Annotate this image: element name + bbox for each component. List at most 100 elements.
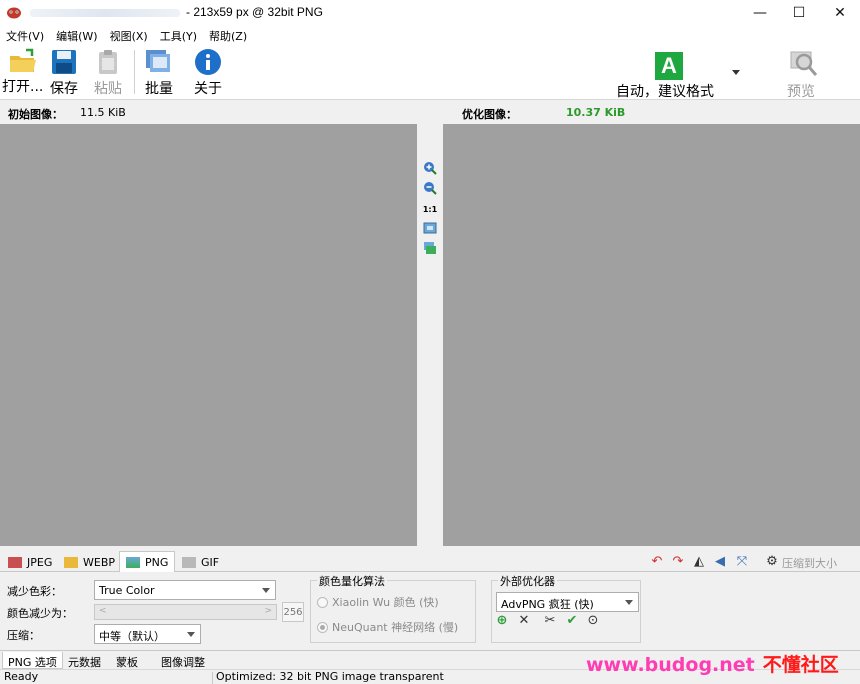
tab-png-options[interactable]: PNG 选项 [2, 652, 63, 669]
external-optimizer-title: 外部优化器 [498, 573, 557, 589]
image-info-row: 初始图像： 11.5 KiB 优化图像： 10.37 KiB [0, 101, 860, 123]
reduce-colors-value: True Color [99, 584, 155, 597]
radio-dot [317, 596, 328, 608]
auto-format-button[interactable]: A 自动，建议格式 [612, 50, 724, 100]
toolbar-separator [134, 50, 135, 94]
add-optimizer-icon[interactable]: ⊕ [494, 612, 510, 628]
tab-jpeg[interactable]: JPEG [2, 552, 58, 572]
watermark: www.budog.net 不懂社区 [586, 650, 839, 676]
neuquant-radio[interactable]: NeuQuant 神经网络 (慢) [317, 619, 458, 635]
fit-window-icon[interactable] [422, 220, 438, 236]
menu-bar: 文件(V) 编辑(W) 视图(X) 工具(Y) 帮助(Z) [0, 26, 860, 44]
gif-icon [182, 556, 196, 568]
menu-file[interactable]: 文件(V) [0, 26, 50, 44]
batch-icon [146, 50, 170, 72]
optimized-image-size: 10.37 KiB [566, 106, 626, 119]
title-path-redacted [30, 9, 180, 17]
chevron-down-icon [187, 632, 195, 637]
menu-help[interactable]: 帮助(Z) [203, 26, 253, 44]
rotate-left-icon[interactable]: ↶ [649, 553, 665, 569]
gear-icon[interactable]: ⚙ [764, 553, 780, 569]
auto-format-label: 自动，建议格式 [616, 84, 714, 100]
reduce-colors-label: 减少色彩： [7, 585, 62, 598]
compress-to-size-label[interactable]: 压缩到大小 [782, 555, 837, 571]
status-divider [212, 672, 213, 684]
window-title: - 213x59 px @ 32bit PNG [186, 5, 323, 19]
app-logo-icon [7, 7, 21, 19]
folder-open-icon [9, 48, 36, 72]
xiaolin-wu-radio[interactable]: Xiaolin Wu 颜色 (快) [317, 594, 439, 610]
quantization-title: 颜色量化算法 [317, 573, 387, 589]
chevron-down-icon [262, 588, 270, 593]
open-label: 打开... [2, 79, 44, 95]
batch-button[interactable]: 批量 [144, 48, 174, 98]
flip-horizontal-icon[interactable]: ◭ [691, 553, 707, 569]
crop-icon[interactable]: ⤧ [734, 553, 750, 569]
rotate-right-icon[interactable]: ↷ [670, 553, 686, 569]
tab-gif[interactable]: GIF [176, 552, 225, 572]
original-image-pane[interactable] [0, 124, 417, 546]
external-optimizer-select[interactable]: AdvPNG 疯狂 (快) [496, 592, 639, 612]
reduce-to-value[interactable]: 256 [282, 602, 304, 622]
apply-check-icon[interactable]: ✔ [564, 612, 580, 628]
tools-icon[interactable]: ✂ [542, 612, 558, 628]
tab-webp[interactable]: WEBP [58, 552, 121, 572]
maximize-button[interactable]: ☐ [779, 0, 819, 26]
magnifier-preview-icon [790, 51, 818, 76]
run-icon[interactable]: ⊙ [585, 612, 601, 628]
radio-dot-selected [317, 621, 328, 633]
tab-webp-label: WEBP [83, 555, 116, 569]
save-label: 保存 [50, 81, 78, 97]
preview-label: 预览 [787, 84, 815, 100]
save-button[interactable]: 保存 [50, 48, 78, 98]
zoom-in-icon[interactable] [422, 160, 438, 176]
toolbar: 打开... 保存 粘贴 批量 关于 A 自动，建议格式 预览 [0, 44, 860, 100]
slider-left-arrow-icon: < [99, 606, 107, 616]
watermark-site-name: 不懂社区 [762, 654, 839, 676]
original-image-label: 初始图像： [8, 108, 63, 121]
swap-view-icon[interactable] [422, 240, 438, 256]
menu-tools[interactable]: 工具(Y) [154, 26, 203, 44]
original-image-size: 11.5 KiB [80, 106, 126, 119]
tab-image-adjust[interactable]: 图像调整 [156, 652, 210, 669]
tab-gif-label: GIF [201, 555, 220, 569]
auto-format-dropdown-icon[interactable] [732, 70, 740, 75]
png-icon [126, 556, 140, 568]
menu-view[interactable]: 视图(X) [104, 26, 154, 44]
compression-select[interactable]: 中等（默认） [94, 624, 201, 644]
reduce-to-slider[interactable]: < > [94, 604, 277, 620]
optimized-image-label: 优化图像： [462, 108, 517, 121]
open-button[interactable]: 打开... [2, 48, 43, 96]
paste-label: 粘贴 [94, 81, 122, 97]
external-optimizer-value: AdvPNG 疯狂 (快) [501, 598, 594, 611]
paste-button[interactable]: 粘贴 [94, 48, 122, 98]
status-ready: Ready [4, 670, 39, 683]
batch-label: 批量 [145, 81, 173, 97]
optimized-image-pane[interactable] [443, 124, 860, 546]
about-button[interactable]: 关于 [193, 48, 223, 98]
neuquant-label: NeuQuant 神经网络 (慢) [332, 621, 459, 634]
png-options-panel: 减少色彩： True Color 颜色减少为： < > 256 压缩： 中等（默… [0, 573, 860, 649]
actual-size-icon[interactable]: 1:1 [422, 201, 438, 217]
about-label: 关于 [194, 81, 222, 97]
info-icon [195, 49, 221, 75]
tab-png-label: PNG [145, 555, 169, 569]
jpeg-icon [8, 556, 22, 568]
preview-button[interactable]: 预览 [780, 50, 828, 100]
slider-right-arrow-icon: > [264, 606, 272, 616]
tab-png[interactable]: PNG [119, 551, 176, 572]
minimize-button[interactable]: — [740, 0, 780, 26]
format-tab-bar: JPEG WEBP PNG GIF [0, 548, 860, 572]
remove-optimizer-icon[interactable]: ✕ [516, 612, 532, 628]
zoom-out-icon[interactable] [422, 180, 438, 196]
menu-edit[interactable]: 编辑(W) [50, 26, 103, 44]
clipboard-icon [99, 50, 117, 74]
webp-icon [64, 556, 78, 568]
flip-vertical-icon[interactable]: ◀ [712, 553, 728, 569]
auto-format-icon: A [655, 52, 683, 80]
tab-mask[interactable]: 蒙板 [111, 652, 143, 669]
tab-metadata[interactable]: 元数据 [63, 652, 106, 669]
close-button[interactable]: ✕ [820, 0, 860, 26]
title-bar: - 213x59 px @ 32bit PNG — ☐ ✕ [0, 0, 860, 26]
reduce-colors-select[interactable]: True Color [94, 580, 276, 600]
